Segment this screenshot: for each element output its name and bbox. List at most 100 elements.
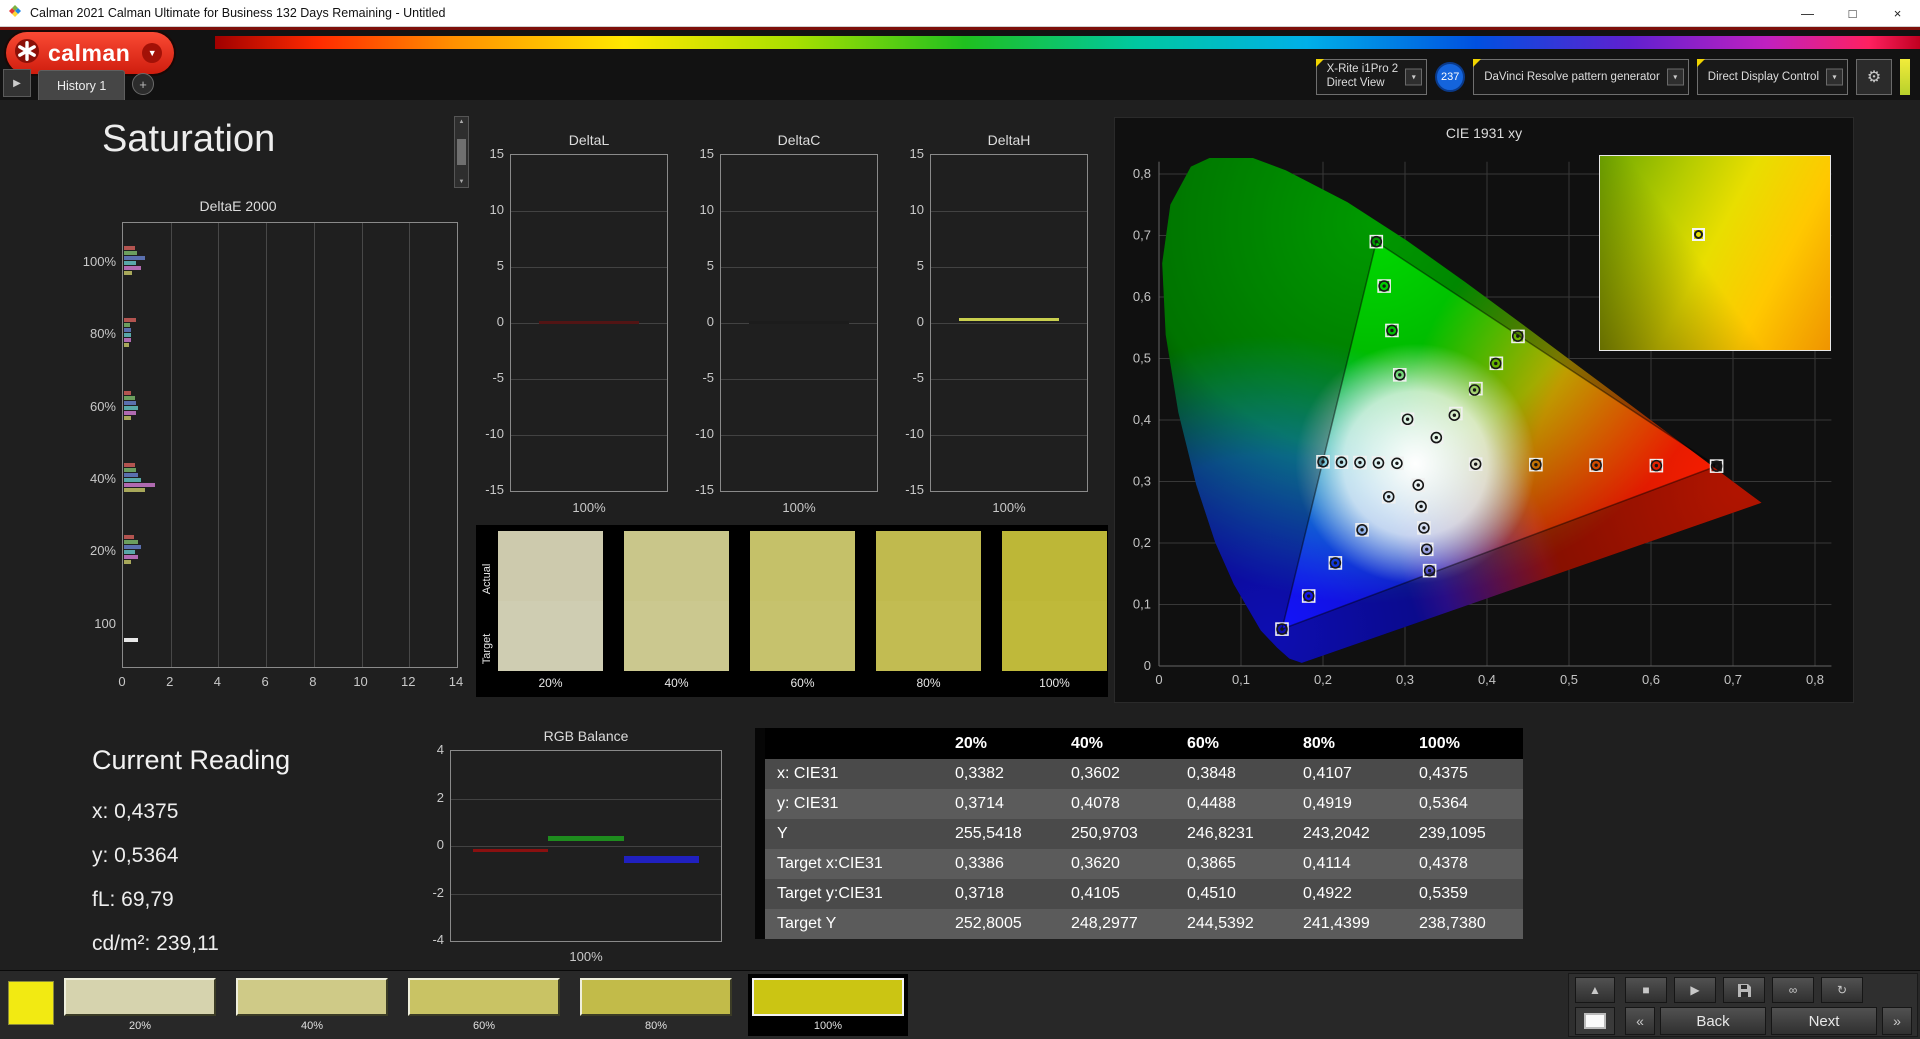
- table-column-header: 40%: [1059, 728, 1175, 759]
- delta-e-bar: [124, 343, 129, 348]
- delta-e-bar: [124, 488, 146, 493]
- table-cell: 252,8005: [943, 909, 1059, 939]
- cie-zoom-inset: [1599, 155, 1831, 351]
- calman-star-icon: [14, 38, 40, 69]
- grid-line: [931, 379, 1087, 380]
- next-button[interactable]: Next: [1771, 1007, 1877, 1035]
- y-tick-label: 100: [94, 615, 116, 631]
- y-tick-label: 0: [496, 314, 504, 329]
- saturation-swatch: 80%: [876, 531, 981, 690]
- delta-e-bar: [124, 560, 132, 565]
- y-tick-label: -15: [485, 482, 504, 497]
- y-tick-label: 20%: [89, 543, 116, 559]
- x-tick-label: 4: [213, 674, 222, 689]
- delta-e-bar: [124, 555, 139, 560]
- meter-line2: Direct View: [1326, 77, 1385, 89]
- delta-e-bar: [124, 540, 139, 545]
- scroll-up-icon[interactable]: ▲: [459, 119, 465, 125]
- table-cell: 0,4922: [1291, 879, 1407, 909]
- y-tick-label: 60%: [89, 398, 116, 414]
- chart-plot-area: [450, 750, 722, 942]
- x-tick-label: 8: [309, 674, 317, 689]
- delta-l-chart: DeltaL 100% 15 10 5 0 -5 -10 -15: [460, 128, 675, 533]
- loop-button[interactable]: ↻: [1821, 977, 1863, 1003]
- grid-line: [170, 223, 172, 667]
- x-tick-label: 0: [118, 674, 126, 689]
- x-axis-label: 100%: [572, 500, 606, 515]
- swatch-label: 20%: [128, 1020, 152, 1032]
- save-icon: [1737, 983, 1751, 997]
- swatch-box: [624, 531, 729, 671]
- x-tick-label: 14: [448, 674, 464, 689]
- delta-e-bar: [124, 550, 135, 555]
- prev-chevron-button[interactable]: «: [1625, 1007, 1655, 1035]
- chevron-down-icon[interactable]: ▾: [1826, 68, 1843, 86]
- grid-line: [931, 211, 1087, 212]
- delta-e-bar: [124, 395, 135, 400]
- target-swatch: [498, 601, 603, 671]
- saturation-level-button[interactable]: 20%: [64, 978, 216, 1032]
- target-swatch: [624, 601, 729, 671]
- save-button[interactable]: [1723, 977, 1765, 1003]
- workflow-edge-button[interactable]: [1900, 59, 1910, 95]
- display-icon[interactable]: [1575, 1007, 1615, 1035]
- history-panel-expander[interactable]: ▶: [3, 69, 31, 97]
- maximize-button[interactable]: □: [1830, 0, 1875, 26]
- table-cell: 248,2977: [1059, 909, 1175, 939]
- transport-panel: ▲ ■ ▶ ∞ ↻ « Back Next »: [1568, 973, 1918, 1037]
- table-row: Target y:CIE31 0,3718 0,4105 0,4510 0,4922 0,…: [765, 879, 1523, 909]
- display-control-dropdown[interactable]: Direct Display Control ▾: [1696, 59, 1848, 95]
- calman-logo-menu[interactable]: calman ▼: [6, 32, 175, 74]
- target-swatch: [750, 601, 855, 671]
- meter-count-badge[interactable]: 237: [1435, 62, 1466, 92]
- table-cell: 244,5392: [1175, 909, 1291, 939]
- table-cell: 246,8231: [1175, 819, 1291, 849]
- svg-text:0,5: 0,5: [1560, 672, 1578, 687]
- y-tick-label: 5: [496, 258, 504, 273]
- delta-e-2000-chart: DeltaE 2000 0 2 4 6 8 10 12 14 100% 80% 60% 40% 20% 1…: [70, 198, 490, 703]
- minimize-button[interactable]: —: [1785, 0, 1830, 26]
- close-button[interactable]: ×: [1875, 0, 1920, 26]
- swatch-label: 40%: [300, 1020, 324, 1032]
- y-tick-label: 15: [699, 146, 714, 161]
- saturation-level-button[interactable]: 100%: [748, 974, 908, 1036]
- meter-line1: X-Rite i1Pro 2: [1326, 63, 1399, 76]
- logo-dropdown-icon[interactable]: ▼: [142, 43, 163, 63]
- table-cell: 0,3718: [943, 879, 1059, 909]
- settings-gear-button[interactable]: ⚙: [1856, 59, 1892, 95]
- table-cell: 0,3714: [943, 789, 1059, 819]
- play-button[interactable]: ▶: [1674, 977, 1716, 1003]
- y-tick-label: -4: [432, 932, 444, 947]
- continuous-mode-button[interactable]: ∞: [1772, 977, 1814, 1003]
- y-tick-label: -2: [432, 884, 444, 900]
- table-column-header: 60%: [1175, 728, 1291, 759]
- grid-line: [931, 323, 1087, 324]
- y-tick-label: -5: [702, 370, 714, 385]
- meter-dropdown[interactable]: X-Rite i1Pro 2 Direct View ▾: [1315, 59, 1428, 95]
- stop-button[interactable]: ■: [1625, 977, 1667, 1003]
- chevron-down-icon[interactable]: ▾: [1666, 68, 1684, 86]
- table-cell: 0,4488: [1175, 789, 1291, 819]
- table-cell: 0,3382: [943, 759, 1059, 789]
- saturation-level-button[interactable]: 40%: [236, 978, 388, 1032]
- chevron-down-icon[interactable]: ▾: [1405, 68, 1423, 86]
- rainbow-gradient-bar: [215, 36, 1920, 49]
- swatch-label: 20%: [538, 676, 563, 690]
- back-button[interactable]: Back: [1660, 1007, 1766, 1035]
- pattern-generator-dropdown[interactable]: DaVinci Resolve pattern generator ▾: [1473, 59, 1689, 95]
- delta-e-bar: [124, 265, 141, 270]
- actual-row-label: Actual: [481, 563, 493, 595]
- eject-button[interactable]: ▲: [1575, 977, 1615, 1003]
- tab-history-1[interactable]: History 1: [38, 70, 126, 100]
- add-tab-button[interactable]: +: [132, 73, 154, 95]
- grid-line: [721, 211, 877, 212]
- saturation-level-button[interactable]: 80%: [580, 978, 732, 1032]
- next-chevron-button[interactable]: »: [1882, 1007, 1912, 1035]
- navigation-buttons: « Back Next »: [1625, 1007, 1912, 1035]
- table-row: x: CIE31 0,3382 0,3602 0,3848 0,4107 0,4375: [765, 759, 1523, 789]
- table-cell: 0,5364: [1407, 789, 1523, 819]
- table-cell: y: CIE31: [765, 789, 943, 819]
- table-row: Target Y 252,8005 248,2977 244,5392 241,4399…: [765, 909, 1523, 939]
- saturation-level-button[interactable]: 60%: [408, 978, 560, 1032]
- chart-plot-area: [510, 154, 668, 492]
